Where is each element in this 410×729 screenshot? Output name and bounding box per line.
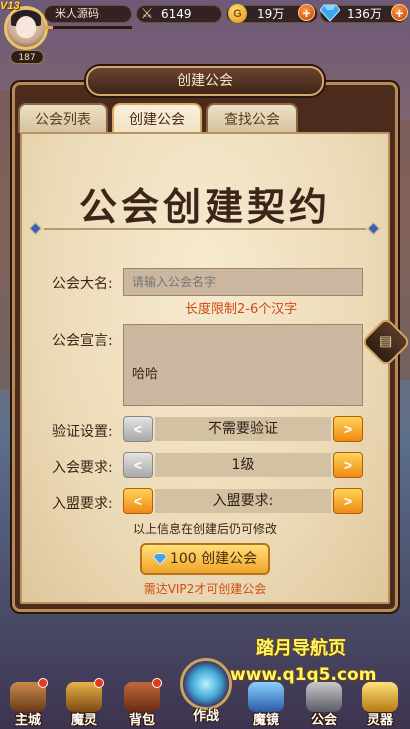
spirit-weapon-icon xyxy=(362,682,398,712)
player-level-badge: 187 xyxy=(10,50,44,64)
verify-setting-value: 不需要验证 xyxy=(155,417,331,441)
verify-prev-button[interactable]: < xyxy=(123,416,153,442)
join-prev-button[interactable]: < xyxy=(123,452,153,478)
nav-label: 灵器 xyxy=(366,713,393,728)
alliance-next-button[interactable]: > xyxy=(333,488,363,514)
tab-guild-list[interactable]: 公会列表 xyxy=(18,103,108,133)
nav-spirit[interactable]: 魔灵 xyxy=(58,674,110,728)
join-next-button[interactable]: > xyxy=(333,452,363,478)
nav-bag[interactable]: 背包 xyxy=(116,674,168,728)
avatar-face xyxy=(16,16,36,38)
info-note: 以上信息在创建后仍可修改 xyxy=(132,522,277,536)
nav-artifact[interactable]: 灵器 xyxy=(354,674,406,728)
diamond-gem-icon xyxy=(152,553,167,565)
tab-create-guild[interactable]: 创建公会 xyxy=(112,103,202,134)
verify-next-button[interactable]: > xyxy=(333,416,363,442)
alliance-requirement-label: 入盟要求: xyxy=(52,496,113,512)
join-requirement-value: 1级 xyxy=(155,453,331,477)
nav-guild[interactable]: 公会 xyxy=(298,674,350,728)
experience-fill xyxy=(44,26,53,29)
alliance-prev-button[interactable]: < xyxy=(123,488,153,514)
guild-declaration-label: 公会宣言: xyxy=(52,333,113,349)
verify-setting-label: 验证设置: xyxy=(52,424,113,440)
nav-label: 魔灵 xyxy=(70,713,97,728)
nav-label: 公会 xyxy=(310,713,337,728)
gold-coin-icon: G xyxy=(228,4,247,23)
panel-title: 创建公会 xyxy=(86,66,324,96)
chat-icon: ▤ xyxy=(379,333,393,350)
nav-main-city[interactable]: 主城 xyxy=(2,674,54,728)
watermark-title: 踏月导航页 xyxy=(256,638,346,659)
nav-label: 魔镜 xyxy=(252,713,279,728)
title-divider xyxy=(44,228,366,230)
vip-requirement-note: 需达VIP2才可创建公会 xyxy=(143,582,267,596)
join-requirement-label: 入会要求: xyxy=(52,460,113,476)
mirror-icon xyxy=(248,682,284,712)
top-status-bar: 187 V13 米人源码 6149 ⚔ 19万 G + 136万 + xyxy=(0,0,410,70)
nav-magic-mirror[interactable]: 魔镜 xyxy=(240,674,292,728)
nav-label: 主城 xyxy=(14,713,41,728)
add-gems-button[interactable]: + xyxy=(391,4,408,21)
portal-icon xyxy=(180,658,232,710)
create-guild-label: 100 创建公会 xyxy=(169,551,258,567)
guild-name-label: 公会大名: xyxy=(52,276,113,292)
guild-name-hint: 长度限制2-6个汉字 xyxy=(185,302,298,317)
create-guild-button[interactable]: 100 创建公会 xyxy=(140,543,270,575)
alliance-requirement-value: 入盟要求: xyxy=(155,489,331,513)
guild-name-input[interactable] xyxy=(123,268,363,296)
contract-title: 公会创建契约 xyxy=(78,187,331,229)
nav-battle[interactable]: 作战 xyxy=(178,656,234,726)
crossed-swords-icon: ⚔ xyxy=(140,6,154,22)
vip-badge: V13 xyxy=(0,0,20,12)
player-name: 米人源码 xyxy=(44,5,132,23)
experience-bar xyxy=(44,26,132,29)
tab-find-guild[interactable]: 查找公会 xyxy=(206,103,298,133)
nav-label: 背包 xyxy=(128,713,155,728)
guild-crest-icon xyxy=(306,682,342,712)
add-gold-button[interactable]: + xyxy=(298,4,315,21)
nav-label: 作战 xyxy=(192,709,219,724)
diamond-gem-icon xyxy=(320,3,340,23)
guild-declaration-input[interactable]: 哈哈 xyxy=(123,324,363,406)
notification-dot xyxy=(94,678,104,688)
notification-dot xyxy=(152,678,162,688)
notification-dot xyxy=(38,678,48,688)
